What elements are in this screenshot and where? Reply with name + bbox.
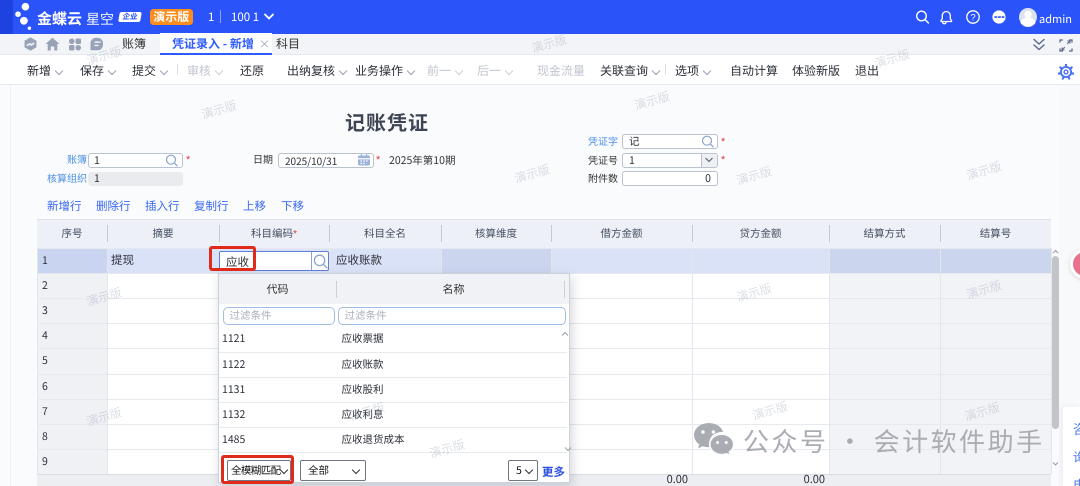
svg-text:?: ? [970,12,975,23]
